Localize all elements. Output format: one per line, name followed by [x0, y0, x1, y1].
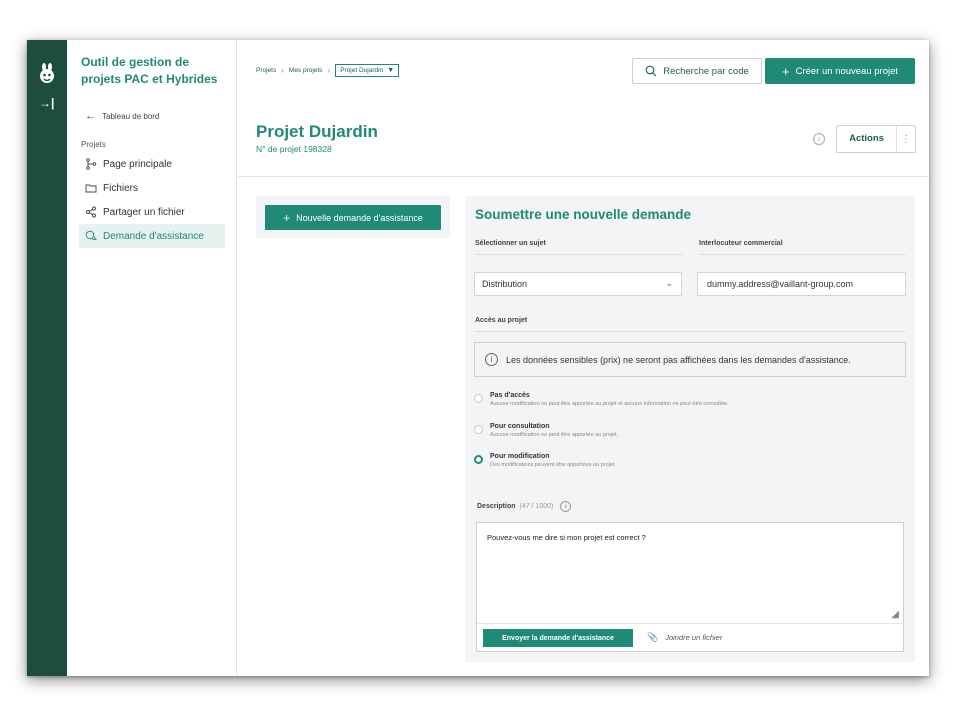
- sensitive-data-notice: i Les données sensibles (prix) ne seront…: [474, 342, 906, 377]
- header-divider: [238, 176, 929, 177]
- breadcrumb: Projets › Mes projets › Projet Dujardin …: [256, 64, 400, 77]
- radio-no-access[interactable]: Pas d'accès Aucune modification ne peut …: [474, 392, 729, 407]
- create-button-label: Créer un nouveau projet: [795, 65, 899, 77]
- app-rail: →|: [27, 40, 67, 676]
- folder-icon: [85, 184, 97, 193]
- create-project-button[interactable]: + Créer un nouveau projet: [765, 58, 915, 84]
- sidebar-item-partager[interactable]: Partager un fichier: [79, 200, 225, 224]
- search-button-label: Recherche par code: [663, 65, 749, 77]
- radio-description: Aucune modification ne peut être apporté…: [490, 401, 729, 407]
- access-label: Accès au projet: [475, 317, 528, 324]
- radio-title: Pour modification: [490, 453, 550, 460]
- sidebar-expand-icon[interactable]: →|: [39, 96, 54, 110]
- chevron-right-icon: ›: [327, 66, 331, 75]
- caret-down-icon: ▼: [387, 67, 395, 74]
- sidebar-item-label: Demande d'assistance: [103, 230, 204, 242]
- radio-consultation[interactable]: Pour consultation Aucune modification ne…: [474, 423, 618, 438]
- description-label: Description (47 / 1000) i: [477, 501, 572, 512]
- sidebar-item-page-principale[interactable]: Page principale: [79, 152, 225, 176]
- character-count: (47 / 1000): [519, 503, 554, 510]
- share-icon: [86, 206, 96, 218]
- actions-button-label: Actions: [837, 126, 897, 152]
- app-title: Outil de gestion de projets PAC et Hybri…: [81, 55, 218, 86]
- sidebar-item-label: Fichiers: [103, 182, 139, 194]
- radio-description: Aucune modification ne peut être apporté…: [490, 432, 619, 438]
- sidebar-item-fichiers[interactable]: Fichiers: [79, 176, 225, 200]
- page-title: Projet Dujardin: [256, 122, 378, 141]
- actions-button[interactable]: Actions ⋮: [836, 125, 916, 153]
- contact-email-field[interactable]: [697, 272, 906, 296]
- main-content: Projets › Mes projets › Projet Dujardin …: [238, 40, 929, 676]
- resize-handle-icon[interactable]: ◢: [891, 609, 899, 620]
- radio-modification[interactable]: Pour modification Des modifications peuv…: [474, 453, 616, 468]
- radio-button-checked[interactable]: [474, 455, 483, 464]
- info-icon[interactable]: i: [813, 133, 825, 145]
- subject-label-underline: [475, 254, 683, 255]
- more-vertical-icon[interactable]: ⋮: [897, 134, 915, 145]
- branch-icon: [86, 158, 97, 170]
- sidebar-item-label: Page principale: [103, 158, 172, 170]
- attach-file-label: Joindre un fichier: [665, 633, 723, 642]
- plus-icon: +: [283, 210, 291, 225]
- subject-select-value: Distribution: [482, 279, 528, 289]
- chevron-down-icon: ⌄: [665, 278, 673, 288]
- breadcrumb-mes-projets[interactable]: Mes projets: [289, 67, 323, 74]
- description-label-text: Description: [477, 503, 516, 510]
- attach-file-link[interactable]: 📎 Joindre un fichier: [647, 632, 722, 643]
- new-request-form: Soumettre une nouvelle demande Sélection…: [465, 196, 915, 662]
- info-icon[interactable]: i: [560, 501, 572, 512]
- radio-button[interactable]: [474, 394, 483, 403]
- subject-label: Sélectionner un sujet: [475, 240, 546, 247]
- radio-description: Des modifications peuvent être apportées…: [490, 462, 616, 468]
- contact-label: Interlocuteur commercial: [699, 240, 783, 247]
- radio-title: Pas d'accès: [490, 392, 530, 399]
- form-title: Soumettre une nouvelle demande: [475, 207, 692, 222]
- new-request-button[interactable]: + Nouvelle demande d'assistance: [265, 205, 441, 230]
- description-textarea[interactable]: Pouvez-vous me dire si mon projet est co…: [476, 522, 904, 652]
- info-icon: i: [485, 353, 498, 366]
- radio-title: Pour consultation: [490, 423, 550, 430]
- textarea-footer: Envoyer la demande d'assistance 📎 Joindr…: [477, 623, 903, 651]
- paperclip-icon: 📎: [647, 632, 659, 642]
- contact-label-underline: [699, 254, 906, 255]
- send-request-button[interactable]: Envoyer la demande d'assistance: [483, 629, 633, 647]
- sidebar-item-demande-assistance[interactable]: Demande d'assistance: [79, 224, 225, 248]
- rabbit-logo-icon[interactable]: [35, 62, 59, 86]
- project-number: N° de projet 198328: [256, 144, 332, 154]
- plus-icon: +: [781, 63, 790, 79]
- back-to-dashboard-link[interactable]: ← Tableau de bord: [85, 110, 159, 122]
- arrow-left-icon: ←: [85, 110, 96, 122]
- notice-text: Les données sensibles (prix) ne seront p…: [506, 354, 851, 365]
- chevron-right-icon: ›: [281, 66, 284, 75]
- chat-icon: [85, 230, 97, 241]
- radio-button[interactable]: [474, 425, 483, 434]
- sidebar: Outil de gestion de projets PAC et Hybri…: [67, 40, 237, 676]
- new-request-label: Nouvelle demande d'assistance: [296, 212, 423, 223]
- subject-select[interactable]: Distribution ⌄: [474, 272, 682, 296]
- request-list-panel: + Nouvelle demande d'assistance: [256, 196, 450, 238]
- app-window: →| Outil de gestion de projets PAC et Hy…: [27, 40, 929, 676]
- description-text[interactable]: Pouvez-vous me dire si mon projet est co…: [487, 533, 646, 542]
- project-selector[interactable]: Projet Dujardin ▼: [335, 64, 400, 77]
- search-icon: [645, 65, 657, 77]
- access-label-underline: [475, 331, 906, 332]
- sidebar-item-label: Partager un fichier: [103, 206, 185, 218]
- sidebar-section-label: Projets: [81, 140, 106, 149]
- search-by-code-button[interactable]: Recherche par code: [632, 58, 762, 84]
- project-selector-value: Projet Dujardin: [340, 67, 384, 74]
- back-link-label: Tableau de bord: [102, 111, 160, 121]
- sidebar-nav: Page principale Fichiers Partager un fic…: [79, 152, 225, 248]
- breadcrumb-projets[interactable]: Projets: [256, 67, 276, 74]
